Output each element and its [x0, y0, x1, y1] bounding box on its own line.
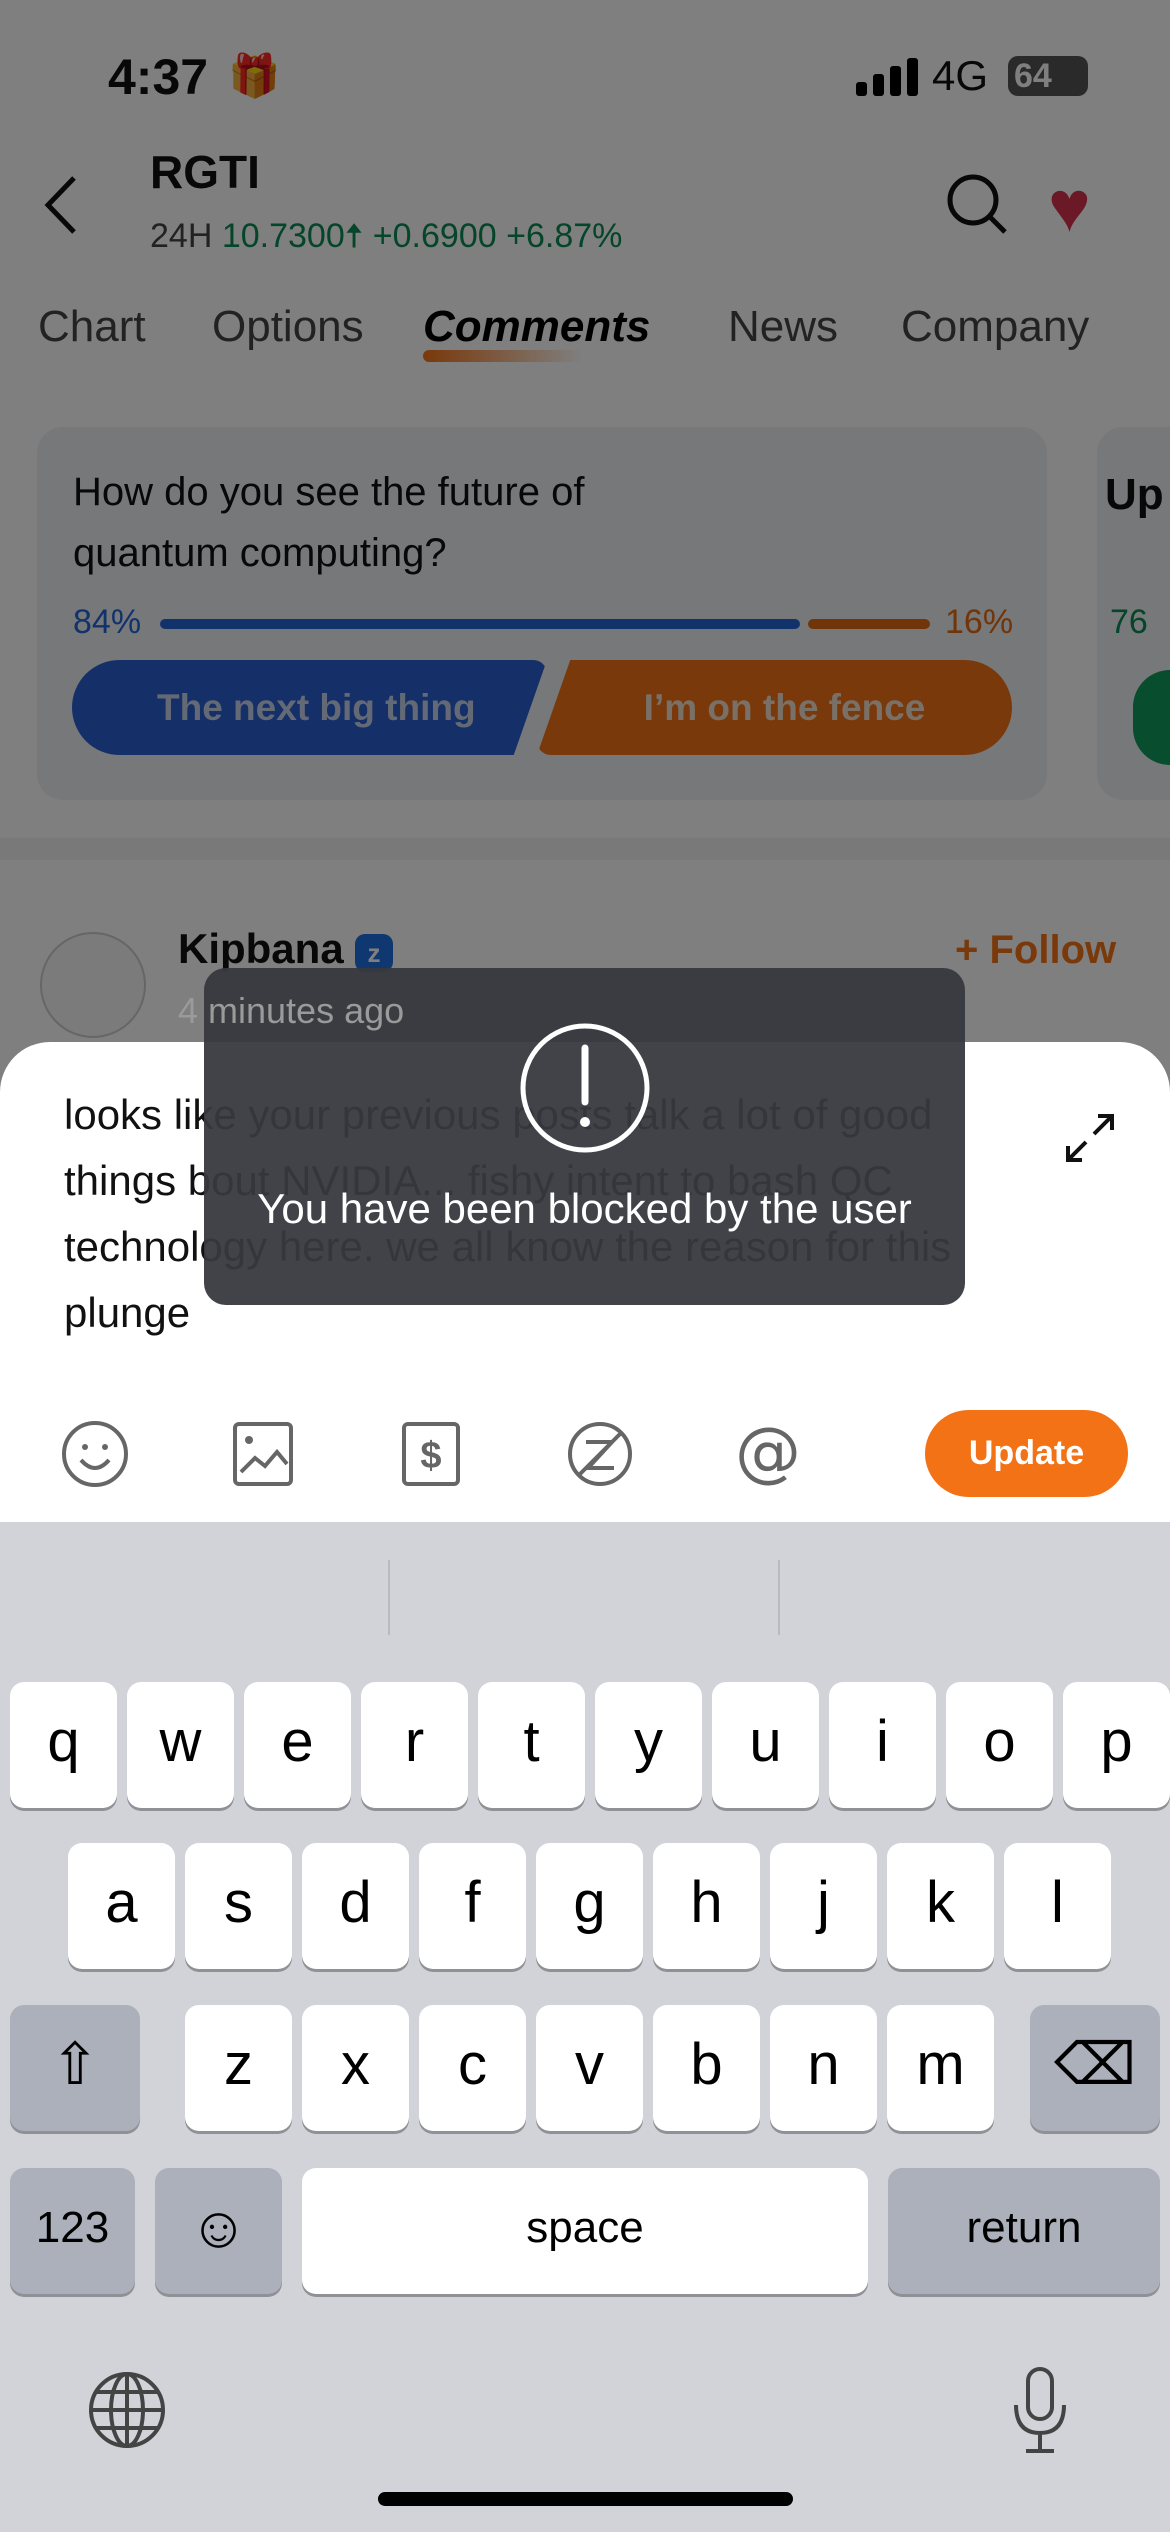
key-n[interactable]: n: [770, 2005, 877, 2131]
return-key[interactable]: return: [888, 2168, 1160, 2294]
svg-text:@: @: [735, 1418, 801, 1490]
key-l[interactable]: l: [1004, 1843, 1111, 1969]
mention-icon[interactable]: @: [732, 1418, 804, 1490]
topic-icon[interactable]: [564, 1418, 636, 1490]
key-b[interactable]: b: [653, 2005, 760, 2131]
key-j[interactable]: j: [770, 1843, 877, 1969]
shift-key[interactable]: ⇧: [10, 2005, 140, 2131]
key-f[interactable]: f: [419, 1843, 526, 1969]
delete-key[interactable]: ⌫: [1030, 2005, 1160, 2131]
emoji-icon[interactable]: [59, 1418, 131, 1490]
exclamation-circle-icon: [520, 1023, 650, 1153]
key-a[interactable]: a: [68, 1843, 175, 1969]
key-r[interactable]: r: [361, 1682, 468, 1808]
suggestion-divider: [778, 1560, 780, 1635]
key-z[interactable]: z: [185, 2005, 292, 2131]
key-s[interactable]: s: [185, 1843, 292, 1969]
suggestion-divider: [388, 1560, 390, 1635]
numbers-key[interactable]: 123: [10, 2168, 135, 2294]
key-o[interactable]: o: [946, 1682, 1053, 1808]
key-q[interactable]: q: [10, 1682, 117, 1808]
space-key[interactable]: space: [302, 2168, 868, 2294]
dim-overlay: [0, 0, 1170, 1100]
key-t[interactable]: t: [478, 1682, 585, 1808]
key-g[interactable]: g: [536, 1843, 643, 1969]
key-p[interactable]: p: [1063, 1682, 1170, 1808]
update-button[interactable]: Update: [925, 1410, 1128, 1497]
key-y[interactable]: y: [595, 1682, 702, 1808]
key-x[interactable]: x: [302, 2005, 409, 2131]
key-m[interactable]: m: [887, 2005, 994, 2131]
home-indicator[interactable]: [378, 2492, 793, 2506]
key-w[interactable]: w: [127, 1682, 234, 1808]
image-icon[interactable]: [227, 1418, 299, 1490]
toast-message: You have been blocked by the user: [257, 1185, 912, 1232]
dollar-icon[interactable]: $: [395, 1418, 467, 1490]
emoji-key[interactable]: ☺: [155, 2168, 282, 2294]
key-c[interactable]: c: [419, 2005, 526, 2131]
key-h[interactable]: h: [653, 1843, 760, 1969]
key-v[interactable]: v: [536, 2005, 643, 2131]
key-i[interactable]: i: [829, 1682, 936, 1808]
key-d[interactable]: d: [302, 1843, 409, 1969]
key-u[interactable]: u: [712, 1682, 819, 1808]
comment-time: 4 minutes ago: [178, 990, 405, 1031]
key-e[interactable]: e: [244, 1682, 351, 1808]
globe-icon[interactable]: [87, 2370, 167, 2450]
key-k[interactable]: k: [887, 1843, 994, 1969]
svg-text:$: $: [420, 1435, 441, 1477]
expand-icon[interactable]: [1060, 1108, 1120, 1168]
microphone-icon[interactable]: [1010, 2365, 1070, 2455]
